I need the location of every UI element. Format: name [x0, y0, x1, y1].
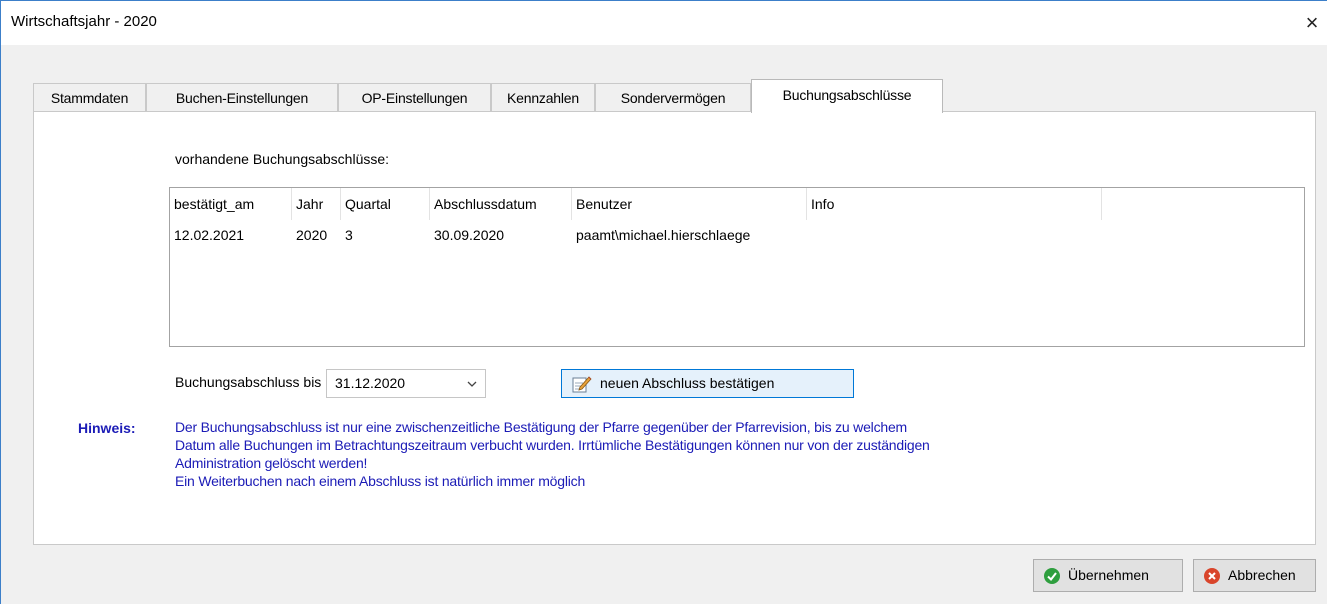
closing-until-label: Buchungsabschluss bis: [175, 374, 322, 390]
tab-op-einstellungen[interactable]: OP-Einstellungen: [338, 83, 491, 111]
cell-abschlussdatum: 30.09.2020: [434, 227, 505, 243]
ok-button[interactable]: Übernehmen: [1033, 559, 1183, 592]
tab-stammdaten[interactable]: Stammdaten: [33, 83, 146, 111]
column-header-info[interactable]: Info: [807, 188, 1102, 220]
column-header-jahr[interactable]: Jahr: [292, 188, 341, 220]
column-header-quartal[interactable]: Quartal: [341, 188, 430, 220]
window-title: Wirtschaftsjahr - 2020: [11, 13, 157, 30]
hint-line: Der Buchungsabschluss ist nur eine zwisc…: [175, 419, 908, 435]
column-header-bestaetigt-am[interactable]: bestätigt_am: [170, 188, 292, 220]
cancel-button-label: Abbrechen: [1228, 567, 1296, 583]
tab-kennzahlen[interactable]: Kennzahlen: [491, 83, 595, 111]
list-header: bestätigt_am Jahr Quartal Abschlussdatum…: [170, 188, 1304, 220]
tab-buchungsabschluesse[interactable]: Buchungsabschlüsse: [751, 79, 943, 113]
edit-note-icon: [572, 376, 592, 393]
chevron-down-icon: [467, 381, 477, 387]
cancel-button[interactable]: Abbrechen: [1193, 559, 1316, 592]
confirm-closing-label: neuen Abschluss bestätigen: [600, 375, 775, 391]
hint-label: Hinweis:: [78, 420, 136, 436]
tab-buchen-einstellungen[interactable]: Buchen-Einstellungen: [146, 83, 338, 111]
closing-date-value: 31.12.2020: [335, 375, 406, 391]
confirm-closing-button[interactable]: neuen Abschluss bestätigen: [561, 369, 854, 398]
hint-text: Der Buchungsabschluss ist nur eine zwisc…: [175, 418, 1175, 490]
closing-date-select[interactable]: 31.12.2020: [326, 369, 486, 398]
dialog-window: Wirtschaftsjahr - 2020 × Stammdaten Buch…: [0, 0, 1327, 604]
check-circle-icon: [1044, 568, 1060, 584]
ok-button-label: Übernehmen: [1068, 567, 1149, 583]
hint-line: Administration gelöscht werden!: [175, 455, 368, 471]
title-bar[interactable]: Wirtschaftsjahr - 2020 ×: [1, 1, 1327, 45]
x-circle-icon: [1204, 568, 1220, 584]
closings-list[interactable]: bestätigt_am Jahr Quartal Abschlussdatum…: [169, 187, 1305, 347]
cell-jahr: 2020: [296, 227, 328, 243]
close-button[interactable]: ×: [1297, 11, 1327, 37]
hint-line: Datum alle Buchungen im Betrachtungszeit…: [175, 437, 930, 453]
cell-quartal: 3: [345, 227, 353, 243]
column-header-benutzer[interactable]: Benutzer: [572, 188, 807, 220]
tab-sondervermoegen[interactable]: Sondervermögen: [595, 83, 751, 111]
cell-benutzer: paamt\michael.hierschlaege: [576, 227, 751, 243]
column-header-abschlussdatum[interactable]: Abschlussdatum: [430, 188, 572, 220]
cell-info: [807, 224, 1102, 246]
list-row[interactable]: 12.02.2021 2020 3 30.09.2020 paamt\micha…: [170, 224, 1304, 246]
section-label: vorhandene Buchungsabschlüsse:: [175, 151, 390, 167]
cell-bestaetigt-am: 12.02.2021: [174, 227, 245, 243]
tab-panel: vorhandene Buchungsabschlüsse: bestätigt…: [33, 111, 1316, 545]
hint-line: Ein Weiterbuchen nach einem Abschluss is…: [175, 473, 586, 489]
